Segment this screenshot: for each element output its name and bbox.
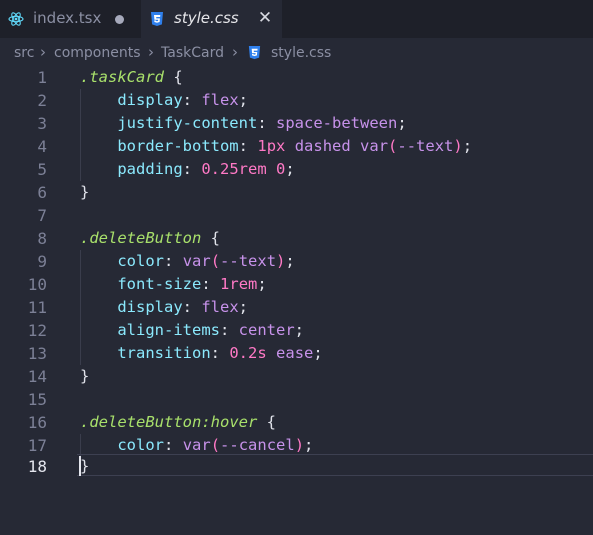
line-number: 17 bbox=[27, 436, 47, 455]
line-number: 1 bbox=[37, 68, 47, 87]
unsaved-dot-icon bbox=[115, 15, 124, 24]
line-number: 16 bbox=[27, 413, 47, 432]
code-text: color: var(--cancel); bbox=[117, 436, 314, 454]
breadcrumb-item-components[interactable]: components bbox=[54, 45, 141, 61]
close-icon[interactable]: ✕ bbox=[256, 7, 274, 29]
react-icon bbox=[8, 12, 24, 26]
code-line: 6 } bbox=[0, 181, 593, 204]
code-text: justify-content: space-between; bbox=[117, 114, 407, 132]
code-text: display: flex; bbox=[117, 91, 249, 109]
line-number: 18 bbox=[27, 457, 47, 476]
line-number: 12 bbox=[27, 321, 47, 340]
line-number: 7 bbox=[37, 206, 47, 225]
code-line: 7 bbox=[0, 204, 593, 227]
tab-index-tsx[interactable]: index.tsx bbox=[0, 0, 141, 38]
chevron-right-icon: › bbox=[232, 43, 238, 61]
code-text: .taskCard { bbox=[80, 68, 183, 86]
code-line: 5 padding: 0.25rem 0; bbox=[0, 158, 593, 181]
code-text: font-size: 1rem; bbox=[117, 275, 267, 293]
code-text: display: flex; bbox=[117, 298, 249, 316]
line-number: 4 bbox=[37, 137, 47, 156]
line-number: 14 bbox=[27, 367, 47, 386]
code-line: 13 transition: 0.2s ease; bbox=[0, 342, 593, 365]
code-line: 2 display: flex; bbox=[0, 89, 593, 112]
breadcrumb-item-src[interactable]: src bbox=[14, 45, 34, 61]
line-number: 2 bbox=[37, 91, 47, 110]
chevron-right-icon: › bbox=[148, 43, 154, 61]
code-text: } bbox=[80, 457, 90, 475]
code-line: 12 align-items: center; bbox=[0, 319, 593, 342]
tab-bar: index.tsx style.css ✕ bbox=[0, 0, 593, 38]
code-line: 4 border-bottom: 1px dashed var(--text); bbox=[0, 135, 593, 158]
code-line: 3 justify-content: space-between; bbox=[0, 112, 593, 135]
line-number: 15 bbox=[27, 390, 47, 409]
line-number: 3 bbox=[37, 114, 47, 133]
line-number: 5 bbox=[37, 160, 47, 179]
tab-label: index.tsx bbox=[33, 9, 102, 27]
code-text: padding: 0.25rem 0; bbox=[117, 160, 295, 178]
line-number: 6 bbox=[37, 183, 47, 202]
line-number: 9 bbox=[37, 252, 47, 271]
code-line: 18 } bbox=[0, 455, 593, 478]
line-number: 8 bbox=[37, 229, 47, 248]
text-cursor bbox=[79, 456, 81, 476]
code-editor[interactable]: 1 .taskCard { 2 display: flex; 3 justify… bbox=[0, 66, 593, 535]
tab-label: style.css bbox=[174, 9, 239, 27]
tab-style-css[interactable]: style.css ✕ bbox=[141, 0, 282, 38]
breadcrumb: src › components › TaskCard › style.css bbox=[0, 42, 593, 64]
code-line: 11 display: flex; bbox=[0, 296, 593, 319]
code-text: .deleteButton:hover { bbox=[80, 413, 276, 431]
chevron-right-icon: › bbox=[40, 43, 46, 61]
line-number: 11 bbox=[27, 298, 47, 317]
code-line: 8 .deleteButton { bbox=[0, 227, 593, 250]
code-text: transition: 0.2s ease; bbox=[117, 344, 323, 362]
code-line: 1 .taskCard { bbox=[0, 66, 593, 89]
code-line: 9 color: var(--text); bbox=[0, 250, 593, 273]
breadcrumb-item-taskcard[interactable]: TaskCard bbox=[161, 45, 224, 61]
code-line: 17 color: var(--cancel); bbox=[0, 434, 593, 457]
css3-icon bbox=[248, 45, 261, 60]
code-text: align-items: center; bbox=[117, 321, 305, 339]
line-number: 10 bbox=[27, 275, 47, 294]
code-text: border-bottom: 1px dashed var(--text); bbox=[117, 137, 473, 155]
line-number: 13 bbox=[27, 344, 47, 363]
code-line: 15 bbox=[0, 388, 593, 411]
css3-icon bbox=[151, 12, 163, 26]
code-text: } bbox=[80, 183, 90, 201]
breadcrumb-item-style-css[interactable]: style.css bbox=[271, 45, 331, 61]
code-text: .deleteButton { bbox=[80, 229, 220, 247]
code-text: color: var(--text); bbox=[117, 252, 295, 270]
code-line: 10 font-size: 1rem; bbox=[0, 273, 593, 296]
code-line: 14 } bbox=[0, 365, 593, 388]
code-text: } bbox=[80, 367, 90, 385]
code-line: 16 .deleteButton:hover { bbox=[0, 411, 593, 434]
